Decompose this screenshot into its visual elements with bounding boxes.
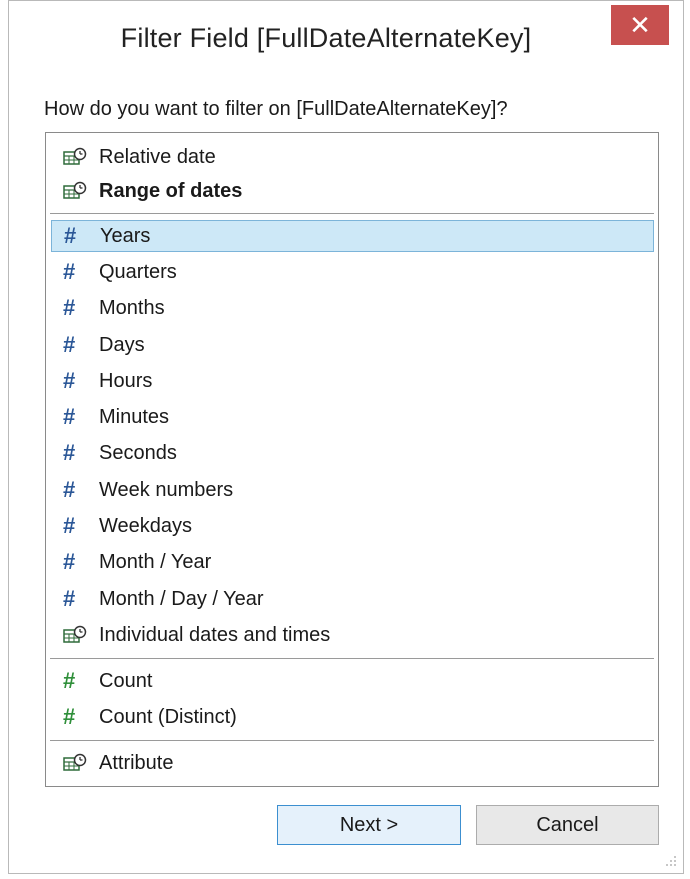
list-separator [50,658,654,659]
list-item-hours[interactable]: # Hours [51,365,654,397]
list-item-quarters[interactable]: # Quarters [51,256,654,288]
title-bar: Filter Field [FullDateAlternateKey] ✕ [9,1,683,77]
hash-icon: # [63,704,76,729]
list-item-count[interactable]: # Count [51,665,654,697]
list-item-week-numbers[interactable]: # Week numbers [51,474,654,506]
list-item-years[interactable]: # Years [51,220,654,252]
list-item-month-year[interactable]: # Month / Year [51,546,654,578]
next-button[interactable]: Next > [277,805,461,845]
hash-icon: # [63,404,76,429]
date-time-icon [63,753,93,773]
list-item-attribute[interactable]: Attribute [51,747,654,779]
date-time-icon [63,625,93,645]
filter-prompt: How do you want to filter on [FullDateAl… [44,98,508,120]
hash-icon: # [63,259,76,284]
list-item-individual-dates-and-times[interactable]: Individual dates and times [51,619,654,651]
hash-icon: # [63,332,76,357]
list-item-relative-date[interactable]: Relative date [51,141,654,173]
list-item-label: Days [99,333,145,356]
list-item-label: Count (Distinct) [99,705,237,728]
close-icon: ✕ [629,9,651,40]
list-item-label: Month / Day / Year [99,587,264,610]
list-item-label: Attribute [99,751,174,774]
list-item-seconds[interactable]: # Seconds [51,437,654,469]
hash-icon: # [63,586,76,611]
list-item-label: Week numbers [99,478,234,501]
list-item-minutes[interactable]: # Minutes [51,401,654,433]
dialog-title: Filter Field [FullDateAlternateKey] [120,23,532,53]
list-item-label: Month / Year [99,550,212,573]
list-item-label: Individual dates and times [99,623,331,646]
hash-icon: # [63,513,76,538]
list-item-label: Range of dates [99,179,243,202]
list-item-label: Weekdays [99,514,193,537]
list-item-label: Hours [99,369,153,392]
list-item-label: Seconds [99,441,177,464]
list-item-label: Relative date [99,145,216,168]
filter-field-dialog: Filter Field [FullDateAlternateKey] ✕ Ho… [8,0,684,874]
hash-icon: # [63,549,76,574]
hash-icon: # [63,668,76,693]
list-item-label: Months [99,296,165,319]
list-item-range-of-dates[interactable]: Range of dates [51,175,654,207]
cancel-button[interactable]: Cancel [476,805,659,845]
date-time-icon [63,181,93,201]
resize-grip-icon[interactable] [663,853,677,867]
list-item-month-day-year[interactable]: # Month / Day / Year [51,583,654,615]
close-button[interactable]: ✕ [611,5,669,45]
list-item-count-distinct[interactable]: # Count (Distinct) [51,701,654,733]
list-item-weekdays[interactable]: # Weekdays [51,510,654,542]
date-time-icon [63,147,93,167]
hash-icon: # [63,368,76,393]
list-item-months[interactable]: # Months [51,292,654,324]
list-separator [50,740,654,741]
list-item-days[interactable]: # Days [51,329,654,361]
list-separator [50,213,654,214]
filter-options-list[interactable]: Relative date Range of dates # Years # Q… [45,132,659,787]
hash-icon: # [63,477,76,502]
list-item-label: Count [99,669,153,692]
list-item-label: Years [100,224,151,247]
hash-icon: # [63,440,76,465]
hash-icon: # [64,223,77,248]
list-item-label: Minutes [99,405,170,428]
list-item-label: Quarters [99,260,177,283]
hash-icon: # [63,295,76,320]
